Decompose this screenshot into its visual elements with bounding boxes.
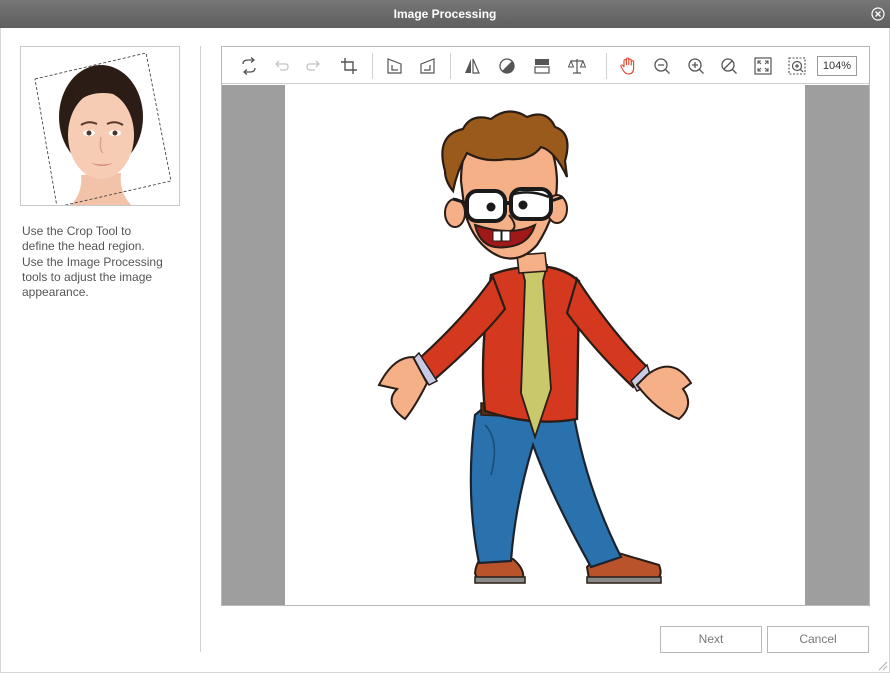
toolbar-separator <box>372 53 373 79</box>
zoom-reset-icon[interactable] <box>719 56 739 76</box>
toolbar-separator <box>450 53 451 79</box>
close-icon[interactable] <box>871 7 885 21</box>
window-title: Image Processing <box>393 7 497 21</box>
instruction-line: tools to adjust the image <box>22 269 153 284</box>
contrast-icon[interactable] <box>497 56 517 76</box>
flip-icon[interactable] <box>462 56 482 76</box>
fit-screen-icon[interactable] <box>753 56 773 76</box>
rotate-left-icon[interactable] <box>384 56 404 76</box>
head-preview <box>20 46 180 206</box>
cartoon-character-image <box>377 110 693 584</box>
instruction-line: appearance. <box>22 285 89 300</box>
next-button[interactable]: Next <box>660 626 762 653</box>
instruction-line: define the head region. <box>22 239 145 254</box>
face-thumbnail <box>34 52 172 205</box>
instructions-text: Use the Crop Tool to define the head reg… <box>22 224 182 300</box>
vertical-divider <box>200 46 201 652</box>
instruction-line: Use the Crop Tool to <box>22 224 132 238</box>
crop-icon[interactable] <box>339 56 359 76</box>
title-bar: Image Processing <box>0 0 890 28</box>
rotate-right-icon[interactable] <box>418 56 438 76</box>
fit-selection-icon[interactable] <box>787 56 807 76</box>
toolbar: 104% <box>222 47 869 84</box>
redo-icon[interactable] <box>304 56 324 76</box>
zoom-in-icon[interactable] <box>686 56 706 76</box>
zoom-level-display: 104% <box>817 56 857 76</box>
zoom-out-icon[interactable] <box>652 56 672 76</box>
image-canvas[interactable] <box>222 85 869 605</box>
rotate-icon[interactable] <box>239 56 259 76</box>
toolbar-separator <box>606 53 607 79</box>
balance-icon[interactable] <box>567 56 587 76</box>
levels-icon[interactable] <box>532 56 552 76</box>
image-sheet[interactable] <box>285 85 805 605</box>
hand-icon[interactable] <box>618 56 638 76</box>
undo-icon[interactable] <box>271 56 291 76</box>
cancel-button[interactable]: Cancel <box>767 626 869 653</box>
resize-grip-icon[interactable] <box>876 659 888 671</box>
image-editor: 104% <box>221 46 870 606</box>
instruction-line: Use the Image Processing <box>22 254 163 269</box>
